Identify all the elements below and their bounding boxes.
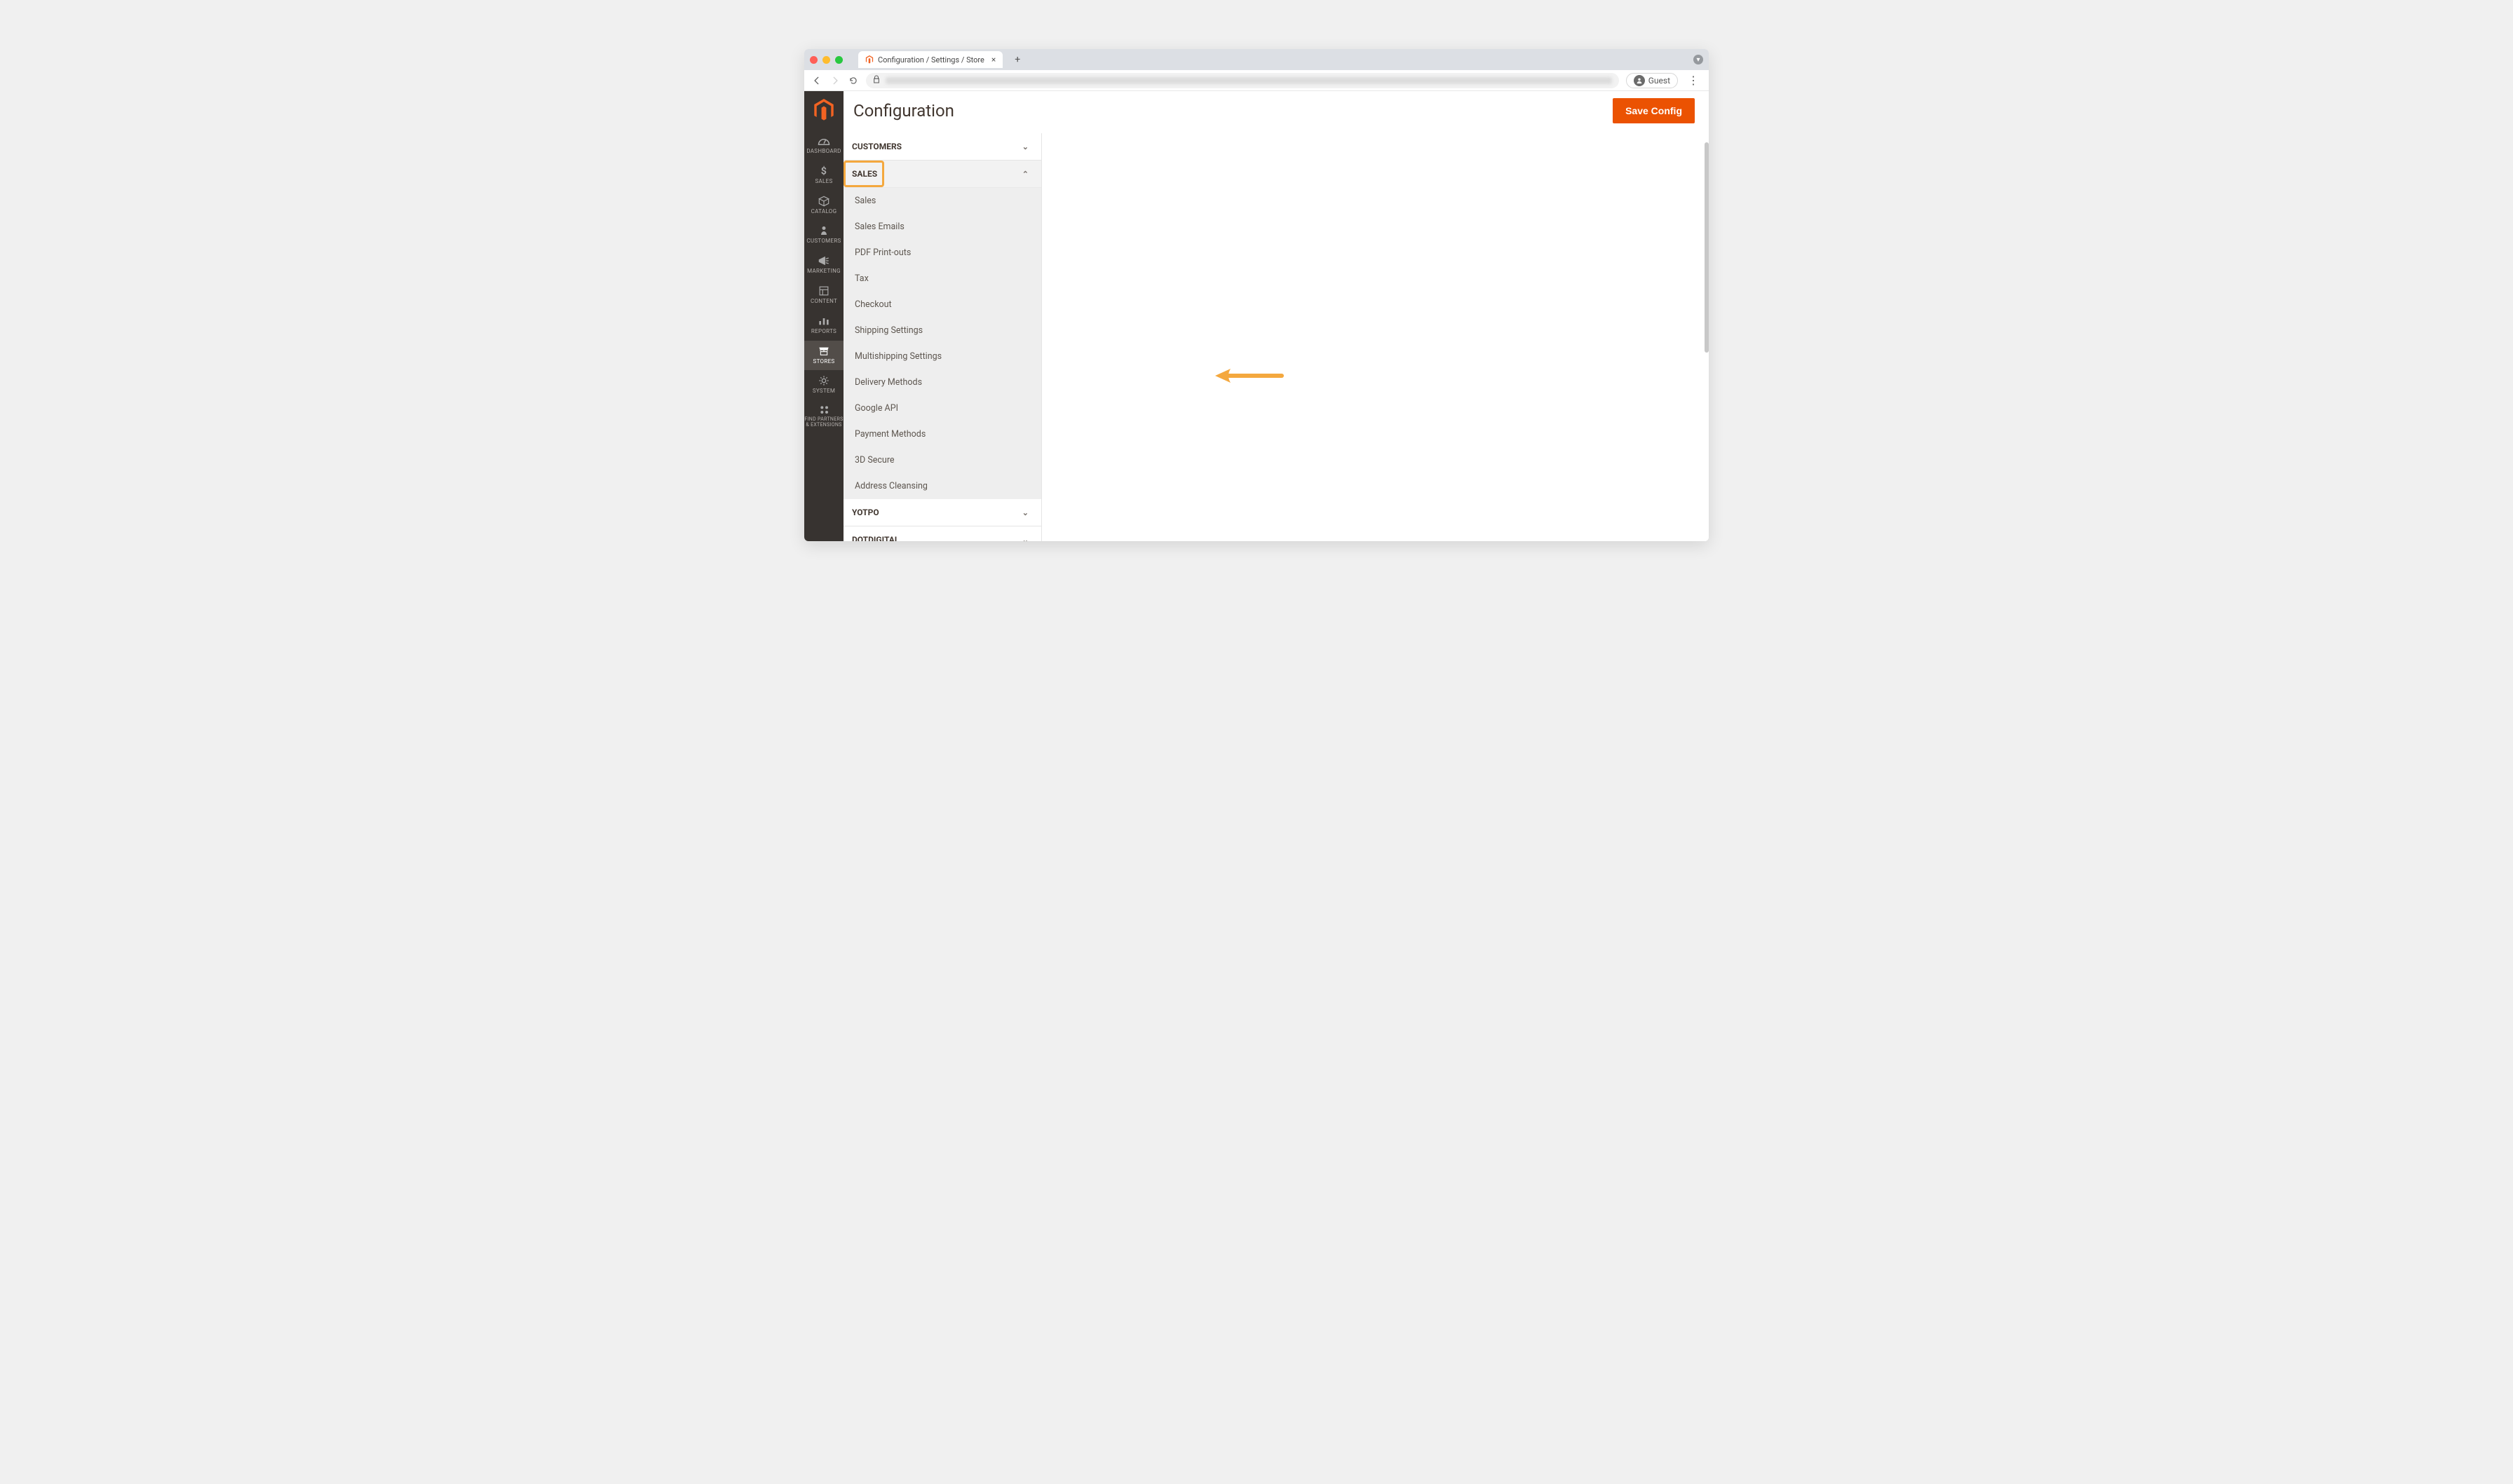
config-body: CUSTOMERS ⌄ SALES ⌃ Sales Sales Emails P… (844, 133, 1709, 541)
nav-label: CUSTOMERS (806, 238, 841, 245)
bar-chart-icon (818, 315, 829, 327)
nav-label: DASHBOARD (806, 149, 841, 155)
page-title: Configuration (853, 101, 954, 121)
nav-reports[interactable]: REPORTS (804, 311, 844, 341)
layout-icon (819, 285, 829, 297)
section-sales-items: Sales Sales Emails PDF Print-outs Tax Ch… (844, 188, 1041, 499)
maximize-window-button[interactable] (835, 56, 843, 64)
dollar-icon: $ (820, 165, 828, 177)
section-dotdigital[interactable]: DOTDIGITAL ⌄ (844, 526, 1041, 541)
nav-marketing[interactable]: MARKETING (804, 250, 844, 280)
section-label: CUSTOMERS (852, 142, 902, 151)
tab-title: Configuration / Settings / Store (878, 55, 984, 64)
nav-catalog[interactable]: CATALOG (804, 191, 844, 221)
annotation-arrow (1215, 366, 1285, 386)
url-blurred (886, 77, 1612, 84)
reload-button[interactable] (848, 75, 859, 86)
nav-label: CATALOG (811, 209, 837, 215)
config-main-pane (1042, 133, 1709, 541)
config-item-3d-secure[interactable]: 3D Secure (844, 447, 1041, 473)
config-item-pdf-printouts[interactable]: PDF Print-outs (844, 240, 1041, 266)
chevron-down-icon: ⌄ (1022, 536, 1029, 542)
nav-label: SALES (815, 179, 832, 185)
nav-sales[interactable]: $ SALES (804, 161, 844, 191)
section-label: SALES (852, 169, 877, 179)
nav-customers[interactable]: CUSTOMERS (804, 220, 844, 250)
chevron-down-icon: ⌄ (1022, 142, 1029, 151)
lock-icon (873, 75, 880, 86)
gear-icon (818, 374, 829, 387)
config-item-shipping-settings[interactable]: Shipping Settings (844, 318, 1041, 343)
profile-label: Guest (1648, 76, 1670, 86)
config-item-multishipping-settings[interactable]: Multishipping Settings (844, 343, 1041, 369)
svg-text:$: $ (821, 165, 827, 177)
config-item-tax[interactable]: Tax (844, 266, 1041, 292)
magento-logo[interactable] (813, 98, 834, 122)
megaphone-icon (818, 254, 829, 267)
nav-label: MARKETING (807, 268, 841, 275)
store-icon (818, 345, 829, 358)
section-customers[interactable]: CUSTOMERS ⌄ (844, 133, 1041, 161)
admin-nav: DASHBOARD $ SALES CATALOG CUSTOMERS MARK… (804, 91, 844, 541)
nav-content[interactable]: CONTENT (804, 280, 844, 311)
person-icon (820, 224, 828, 237)
puzzle-icon (818, 403, 829, 416)
browser-urlbar: Guest ⋮ (804, 70, 1709, 91)
browser-menu-button[interactable]: ⋮ (1685, 74, 1702, 87)
config-item-delivery-methods[interactable]: Delivery Methods (844, 369, 1041, 395)
close-window-button[interactable] (810, 56, 818, 64)
config-item-address-cleansing[interactable]: Address Cleansing (844, 473, 1041, 499)
config-item-checkout[interactable]: Checkout (844, 292, 1041, 318)
nav-extensions[interactable]: FIND PARTNERS & EXTENSIONS (804, 400, 844, 433)
nav-label: CONTENT (811, 299, 837, 305)
nav-dashboard[interactable]: DASHBOARD (804, 130, 844, 161)
section-sales[interactable]: SALES ⌃ (844, 161, 1041, 188)
config-item-payment-methods[interactable]: Payment Methods (844, 421, 1041, 447)
new-tab-button[interactable]: + (1011, 53, 1024, 66)
nav-system[interactable]: SYSTEM (804, 370, 844, 400)
config-item-sales[interactable]: Sales (844, 188, 1041, 214)
minimize-window-button[interactable] (822, 56, 830, 64)
forward-button[interactable] (829, 75, 841, 86)
nav-stores[interactable]: STORES (804, 341, 844, 371)
window-controls (810, 56, 843, 64)
tabs-dropdown-icon[interactable]: ▾ (1693, 55, 1703, 64)
close-tab-icon[interactable]: × (991, 55, 996, 64)
nav-label: FIND PARTNERS & EXTENSIONS (804, 417, 844, 428)
section-label: DOTDIGITAL (852, 535, 899, 541)
back-button[interactable] (811, 75, 822, 86)
browser-tabbar: Configuration / Settings / Store × + ▾ (804, 49, 1709, 70)
admin-app: DASHBOARD $ SALES CATALOG CUSTOMERS MARK… (804, 91, 1709, 541)
section-yotpo[interactable]: YOTPO ⌄ (844, 499, 1041, 526)
config-item-google-api[interactable]: Google API (844, 395, 1041, 421)
nav-label: STORES (813, 359, 835, 365)
content-area: Configuration Save Config CUSTOMERS ⌄ SA… (844, 91, 1709, 541)
page-header: Configuration Save Config (844, 91, 1709, 133)
scrollbar-thumb[interactable] (1705, 142, 1709, 353)
address-bar[interactable] (866, 73, 1619, 88)
magento-favicon (865, 55, 874, 64)
browser-tab[interactable]: Configuration / Settings / Store × (858, 51, 1003, 68)
nav-label: REPORTS (811, 329, 836, 335)
browser-window: Configuration / Settings / Store × + ▾ (804, 49, 1709, 541)
chevron-up-icon: ⌃ (1022, 170, 1029, 179)
avatar-icon (1634, 75, 1645, 86)
config-sidebar[interactable]: CUSTOMERS ⌄ SALES ⌃ Sales Sales Emails P… (844, 133, 1042, 541)
config-item-sales-emails[interactable]: Sales Emails (844, 214, 1041, 240)
gauge-icon (818, 135, 830, 147)
save-config-button[interactable]: Save Config (1613, 98, 1695, 123)
box-icon (818, 195, 829, 207)
section-label: YOTPO (852, 508, 879, 517)
profile-chip[interactable]: Guest (1626, 73, 1678, 88)
nav-label: SYSTEM (813, 388, 835, 395)
chevron-down-icon: ⌄ (1022, 508, 1029, 517)
